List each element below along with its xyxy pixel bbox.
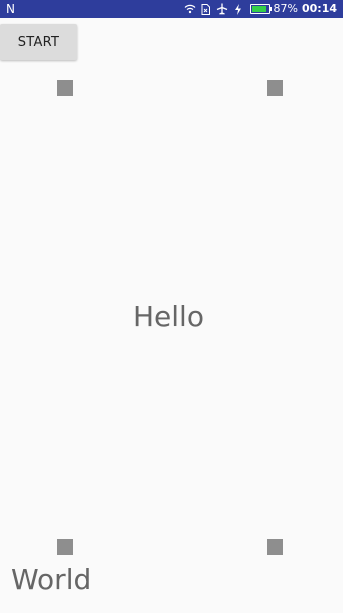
airplane-icon bbox=[216, 3, 228, 15]
battery-percent: 87% bbox=[273, 2, 298, 15]
notification-n-icon: N bbox=[6, 2, 15, 16]
top-left-square-marker bbox=[57, 80, 73, 96]
bottom-left-square-marker bbox=[57, 539, 73, 555]
app-screen: N 87% 00:14 START Hello World bbox=[0, 0, 343, 613]
hello-text: Hello bbox=[133, 300, 204, 333]
status-icons: 87% 00:14 bbox=[184, 0, 337, 18]
bottom-right-square-marker bbox=[267, 539, 283, 555]
battery-level-fill bbox=[251, 6, 266, 12]
top-right-square-marker bbox=[267, 80, 283, 96]
battery-icon bbox=[249, 4, 272, 14]
status-clock: 00:14 bbox=[301, 2, 337, 15]
world-text: World bbox=[11, 563, 92, 596]
charging-bolt-icon bbox=[232, 3, 244, 15]
start-button[interactable]: START bbox=[0, 24, 77, 60]
status-bar: N 87% 00:14 bbox=[0, 0, 343, 18]
sim-card-icon bbox=[200, 3, 212, 15]
wifi-icon bbox=[184, 3, 196, 15]
